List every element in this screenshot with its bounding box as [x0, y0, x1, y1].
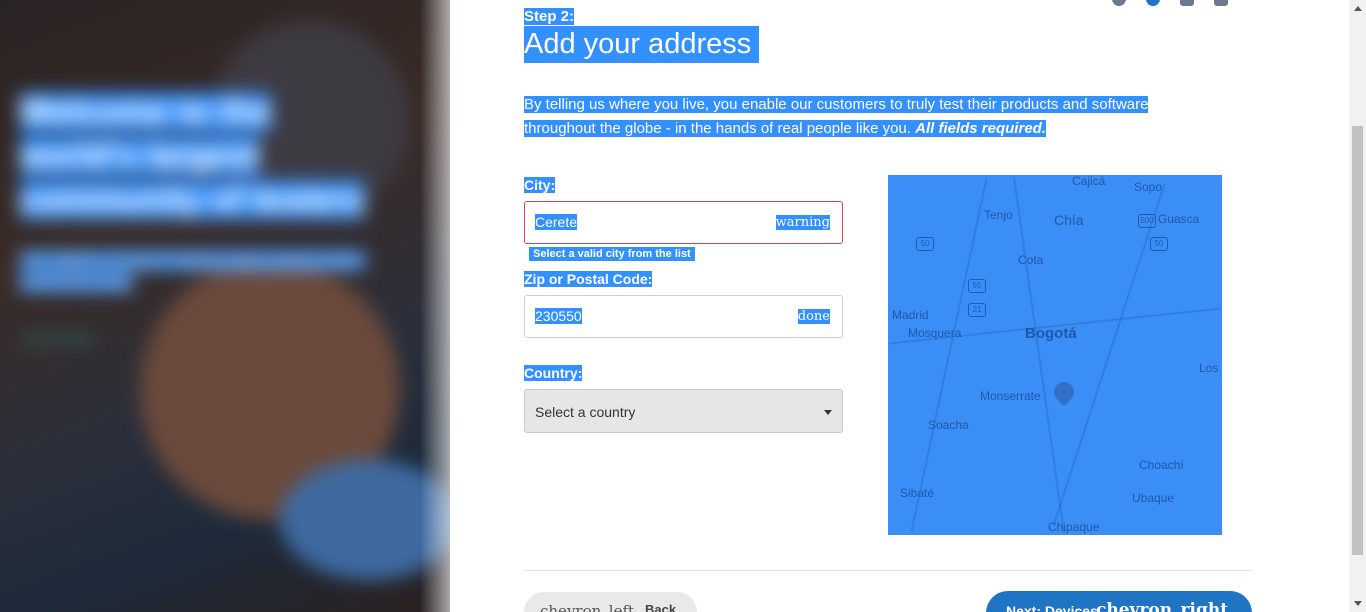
scroll-down-icon[interactable] — [1354, 601, 1362, 606]
step-indicator: Step 2: — [524, 8, 575, 25]
zip-input[interactable]: 230550 done — [524, 295, 843, 338]
caret-down-icon — [824, 410, 832, 415]
country-label: Country: — [524, 365, 583, 381]
back-button[interactable]: chevron_left Back — [524, 592, 697, 612]
scrollbar-thumb[interactable] — [1352, 126, 1363, 555]
step-icon — [1146, 0, 1160, 6]
address-form: Step 2: Add your address By telling us w… — [524, 0, 1252, 612]
map-road-shield: 55 — [968, 279, 986, 293]
chevron-right-icon: chevron_right — [1096, 600, 1229, 612]
step-progress-icons — [1112, 0, 1242, 8]
hero-panel: Welcome to the world's largest community… — [0, 0, 450, 612]
country-select[interactable]: Select a country — [524, 389, 843, 433]
required-note: All fields required. — [915, 120, 1046, 137]
zip-value: 230550 — [535, 308, 582, 324]
map-road-line — [1052, 183, 1166, 527]
description-text: By telling us where you live, you enable… — [524, 96, 1149, 137]
map-pin-icon — [1049, 377, 1079, 407]
scroll-up-icon[interactable] — [1354, 6, 1362, 11]
map-label: Chía — [1054, 212, 1084, 228]
map-label: Choachí — [1139, 458, 1184, 472]
map-label: Cajicá — [1072, 175, 1106, 188]
hero-fade — [420, 0, 450, 612]
form-description: By telling us where you live, you enable… — [524, 93, 1194, 141]
country-selected: Select a country — [535, 404, 636, 420]
footer-divider — [524, 570, 1252, 571]
map-road-line — [1012, 176, 1066, 534]
map-road-shield: 50 — [916, 237, 934, 251]
next-button[interactable]: Next: Devices chevron_right — [986, 591, 1252, 612]
hero-headline: Welcome to the world's largest community… — [20, 93, 364, 219]
map-label: Cota — [1018, 253, 1044, 267]
done-icon: done — [797, 309, 830, 324]
step-icon — [1112, 0, 1126, 6]
step-icon — [1180, 0, 1194, 6]
chevron-left-icon: chevron_left — [540, 602, 635, 612]
map-label: Sopo — [1134, 180, 1163, 194]
map-label: Madrid — [892, 308, 929, 322]
city-error-message: Select a valid city from the list — [529, 247, 695, 261]
back-label: Back — [645, 602, 677, 612]
warning-icon: warning — [775, 215, 830, 230]
map-label: Ubaque — [1132, 491, 1175, 505]
hero-background: Welcome to the world's largest community… — [0, 0, 450, 612]
map-road-shield: 21 — [968, 303, 986, 317]
map-road-shield: 500 — [1138, 214, 1156, 228]
map-label: Tenjo — [984, 208, 1013, 222]
map-label: Bogotá — [1025, 325, 1077, 342]
city-value: Cerete — [535, 214, 578, 230]
map-label: Los — [1199, 361, 1219, 375]
map-label: Sibaté — [900, 486, 935, 500]
step-icon — [1214, 0, 1228, 6]
city-label: City: — [524, 177, 556, 193]
map-label: Soacha — [928, 418, 969, 432]
page-title: Add your address — [524, 26, 760, 63]
zip-label: Zip or Postal Code: — [524, 271, 653, 287]
map-road-line — [910, 178, 988, 532]
hero-subtext: Join millions of testers helping make pr… — [20, 252, 366, 291]
map-label: Chipaque — [1048, 520, 1100, 534]
location-map[interactable]: Cajicá Sopo Tenjo Chía Guasca Cota Madri… — [888, 175, 1222, 535]
map-label: Monserrate — [980, 389, 1041, 403]
next-label: Next: Devices — [1006, 603, 1098, 612]
page-scrollbar[interactable] — [1349, 0, 1366, 612]
map-road-shield: 50 — [1150, 237, 1168, 251]
map-label: Mosquera — [908, 326, 962, 340]
city-input[interactable]: Cerete warning — [524, 201, 843, 244]
map-label: Guasca — [1158, 212, 1200, 226]
hero-learn-more-link[interactable]: Learn more — [22, 330, 94, 346]
